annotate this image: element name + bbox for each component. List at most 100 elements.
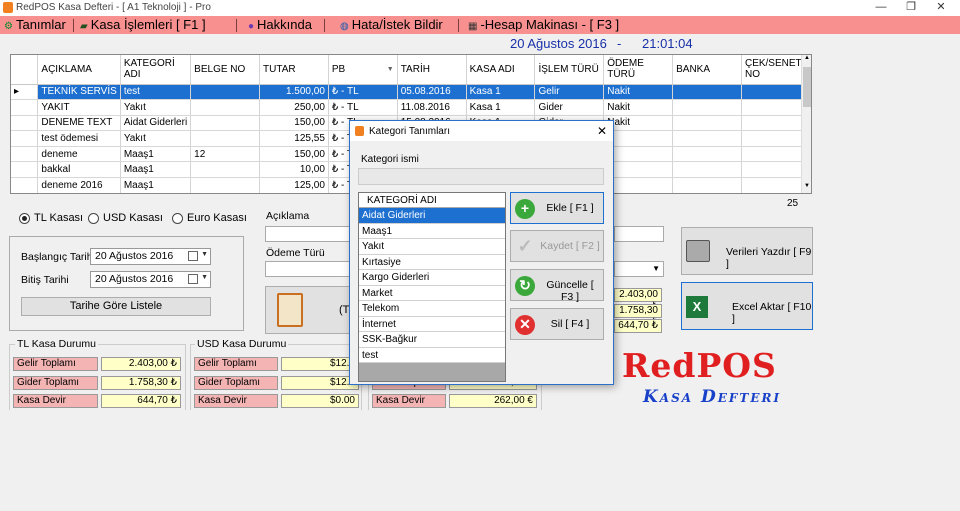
excel-export-button[interactable]: X Excel Aktar [ F10 ] bbox=[681, 282, 813, 330]
table-cell: 250,00 bbox=[259, 99, 329, 116]
category-list-item[interactable]: SSK-Bağkur bbox=[359, 332, 505, 348]
add-category-button[interactable]: + Ekle [ F1 ] bbox=[510, 192, 604, 224]
list-by-date-button[interactable]: Tarihe Göre Listele bbox=[21, 297, 211, 316]
minimize-button[interactable]: — bbox=[866, 0, 896, 16]
col-aciklama[interactable]: AÇIKLAMA bbox=[37, 55, 121, 85]
table-cell: Yakıt bbox=[120, 99, 192, 116]
odeme-turu-select-right[interactable]: ▼ bbox=[614, 261, 664, 277]
checkmark-icon: ✓ bbox=[517, 236, 533, 256]
table-cell: 125,55 bbox=[259, 130, 329, 147]
tl-gider-label: Gider Toplamı bbox=[13, 376, 98, 390]
chevron-down-icon: ▼ bbox=[201, 274, 208, 281]
category-list-item[interactable]: Kargo Giderleri bbox=[359, 270, 505, 286]
col-tarih[interactable]: TARİH bbox=[397, 55, 467, 85]
row-indicator[interactable] bbox=[11, 161, 39, 179]
table-cell: Yakıt bbox=[120, 130, 192, 147]
col-tutar[interactable]: TUTAR bbox=[259, 55, 329, 85]
category-list-item[interactable]: Yakıt bbox=[359, 239, 505, 255]
plus-icon: + bbox=[515, 199, 535, 219]
col-kategori[interactable]: KATEGORİ ADI bbox=[120, 55, 192, 85]
grid-scrollbar[interactable]: ▲ ▼ bbox=[801, 55, 811, 193]
tl-gelir-value: 2.403,00 ₺ bbox=[101, 357, 181, 371]
radio-indicator bbox=[19, 212, 30, 224]
odeme-turu-select[interactable] bbox=[265, 261, 350, 277]
table-cell: 150,00 bbox=[259, 146, 329, 163]
menu-hesap-makinasi[interactable]: ▦ -Hesap Makinası - [ F3 ] bbox=[468, 17, 619, 32]
table-cell bbox=[672, 177, 742, 193]
row-indicator[interactable] bbox=[11, 99, 39, 116]
date-separator: - bbox=[617, 36, 622, 51]
restore-button[interactable]: ❐ bbox=[896, 0, 926, 16]
col-banka[interactable]: BANKA bbox=[672, 55, 742, 85]
menu-tanimlar[interactable]: ⚙ Tanımlar bbox=[4, 17, 66, 32]
table-row[interactable]: YAKIT Yakıt 250,00 ₺ - TL 11.08.2016 Kasa 1 Gi… bbox=[11, 99, 811, 116]
tl-devir-value: 644,70 ₺ bbox=[101, 394, 181, 408]
category-list[interactable]: KATEGORİ ADI Aidat Giderleri Maaş1 Yakıt Kı… bbox=[358, 192, 506, 382]
row-indicator[interactable] bbox=[11, 115, 39, 132]
category-list-item[interactable]: test bbox=[359, 348, 505, 363]
radio-euro-kasasi[interactable]: Euro Kasası bbox=[172, 212, 247, 224]
kaydet-islem-button[interactable]: (T bbox=[265, 286, 351, 334]
table-cell bbox=[190, 130, 261, 147]
menu-hakkinda[interactable]: ● Hakkında bbox=[248, 17, 312, 32]
table-cell: Kasa 1 bbox=[466, 99, 536, 116]
aciklama-input[interactable] bbox=[265, 226, 350, 242]
table-cell bbox=[672, 99, 742, 116]
row-indicator[interactable] bbox=[11, 130, 39, 147]
scroll-thumb[interactable] bbox=[803, 67, 811, 107]
close-button[interactable]: ✕ bbox=[926, 0, 956, 16]
gear-icon: ⚙ bbox=[4, 21, 13, 32]
table-cell: Maaş1 bbox=[120, 177, 192, 193]
table-cell: Nakit bbox=[603, 84, 674, 101]
dialog-title: Kategori Tanımları bbox=[369, 126, 450, 137]
scroll-down-icon[interactable]: ▼ bbox=[803, 183, 811, 193]
row-indicator[interactable] bbox=[11, 177, 39, 193]
col-belge-no[interactable]: BELGE NO bbox=[190, 55, 261, 85]
menu-kasa-islemleri[interactable]: ▰ Kasa İşlemleri [ F1 ] bbox=[80, 17, 206, 32]
redpos-logo: RedPOS bbox=[622, 346, 777, 385]
dialog-close-button[interactable]: ✕ bbox=[597, 124, 607, 138]
table-cell bbox=[603, 130, 674, 147]
col-odeme-turu[interactable]: ÖDEME TÜRÜ bbox=[603, 55, 674, 85]
col-kasa-adi[interactable]: KASA ADI bbox=[466, 55, 536, 85]
table-cell bbox=[190, 84, 261, 101]
delete-icon: ✕ bbox=[515, 315, 535, 335]
category-name-input[interactable] bbox=[358, 168, 604, 185]
odeme-turu-label: Ödeme Türü bbox=[266, 247, 325, 259]
refresh-icon: ↻ bbox=[515, 276, 535, 296]
info-icon: ● bbox=[248, 21, 255, 32]
current-date: 20 Ağustos 2016 bbox=[510, 36, 607, 51]
radio-usd-kasasi[interactable]: USD Kasası bbox=[88, 212, 163, 224]
start-date-label: Başlangıç Tarihi bbox=[21, 251, 95, 263]
end-date-picker[interactable]: 20 Ağustos 2016 ▼ bbox=[90, 271, 211, 288]
table-cell bbox=[603, 177, 674, 193]
table-cell: bakkal bbox=[37, 161, 121, 179]
usd-devir-value: $0.00 bbox=[281, 394, 359, 408]
print-data-button[interactable]: Verileri Yazdır [ F9 ] bbox=[681, 227, 813, 275]
update-category-button[interactable]: ↻ Güncelle [ F3 ] bbox=[510, 269, 604, 303]
row-indicator[interactable]: ▸ bbox=[11, 84, 39, 101]
table-cell: YAKIT bbox=[37, 99, 121, 116]
menu-hata-istek[interactable]: ◍ Hata/İstek Bildir bbox=[340, 17, 443, 32]
aciklama-input-right[interactable] bbox=[614, 226, 664, 242]
table-cell: 12 bbox=[190, 146, 261, 163]
col-pb[interactable]: PB ▼ bbox=[328, 55, 398, 85]
menu-separator bbox=[324, 19, 325, 32]
category-list-item[interactable]: Aidat Giderleri bbox=[359, 208, 505, 224]
category-list-item[interactable]: Maaş1 bbox=[359, 224, 505, 239]
category-list-item[interactable]: İnternet bbox=[359, 317, 505, 332]
table-row[interactable]: ▸ TEKNİK SERVİS test 1.500,00 ₺ - TL 05.08.20… bbox=[11, 84, 811, 101]
scroll-up-icon[interactable]: ▲ bbox=[803, 55, 811, 65]
start-date-picker[interactable]: 20 Ağustos 2016 ▼ bbox=[90, 248, 211, 265]
category-list-item[interactable]: Telekom bbox=[359, 301, 505, 317]
table-cell: DENEME TEXT bbox=[37, 115, 121, 132]
row-indicator[interactable] bbox=[11, 146, 39, 163]
category-list-item[interactable]: Market bbox=[359, 286, 505, 301]
save-category-button[interactable]: ✓ Kaydet [ F2 ] bbox=[510, 230, 604, 262]
radio-indicator bbox=[172, 212, 183, 224]
delete-category-button[interactable]: ✕ Sil [ F4 ] bbox=[510, 308, 604, 340]
table-cell bbox=[190, 115, 261, 132]
col-islem-turu[interactable]: İŞLEM TÜRÜ bbox=[534, 55, 605, 85]
radio-tl-kasasi[interactable]: TL Kasası bbox=[19, 212, 83, 224]
category-list-item[interactable]: Kırtasiye bbox=[359, 255, 505, 270]
